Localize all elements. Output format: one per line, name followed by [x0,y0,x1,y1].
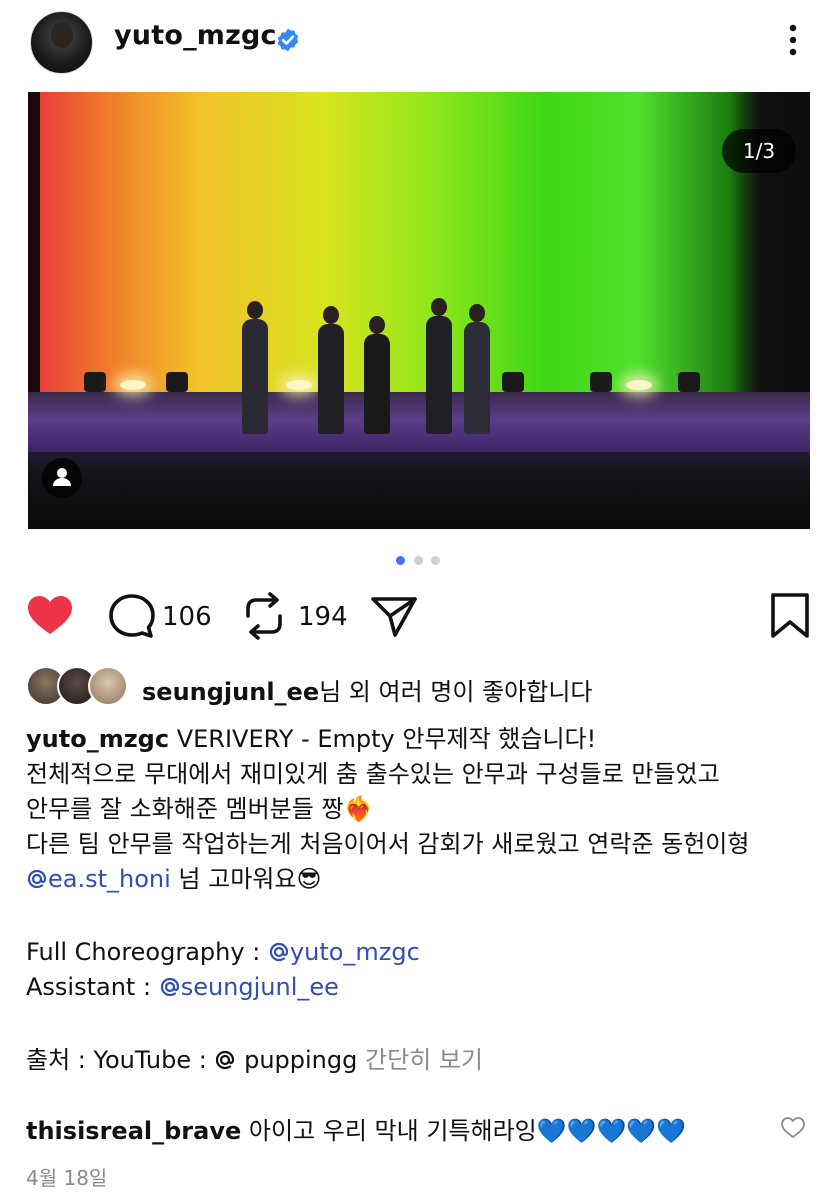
caption-line: 넘 고마워요 [170,865,297,893]
sunglasses-emoji: 😎 [296,865,322,893]
mention-link[interactable]: seungjunl_ee [159,973,339,1001]
liked-by-row[interactable]: seungjunl_ee님 외 여러 명이 좋아합니다 [26,666,826,710]
threads-at-icon [27,869,47,889]
stage-light [84,372,106,392]
carousel-dot-active[interactable] [396,556,405,565]
mention-text: ea.st_honi [48,865,171,893]
stage-light [678,372,700,392]
liked-by-text: seungjunl_ee님 외 여러 명이 좋아합니다 [142,672,593,707]
person-icon [53,468,71,486]
liker-username[interactable]: seungjunl_ee [142,678,319,706]
audience-silhouettes [28,452,810,529]
dancer-figure [242,301,268,434]
dancer-figure [318,306,344,434]
show-less-link[interactable]: 간단히 보기 [357,1046,483,1074]
author-username[interactable]: yuto_mzgc [114,20,277,51]
mention-text: yuto_mzgc [289,938,420,966]
post-caption: yuto_mzgc VERIVERY - Empty 안무제작 했습니다! 전체… [26,722,826,1078]
repost-icon[interactable] [238,590,290,642]
threads-at-icon [269,942,289,962]
comment-item: thisisreal_brave 아이고 우리 막내 기특해라잉💙💙💙💙💙 [26,1111,826,1151]
action-bar: 106 194 [0,590,838,646]
share-send-icon[interactable] [368,590,420,642]
comment-icon[interactable] [106,590,158,642]
stage-light [166,372,188,392]
comment-count: 106 [162,602,212,632]
author-avatar[interactable] [30,11,93,74]
dancer-figure [464,304,490,434]
caption-line: 전체적으로 무대에서 재미있게 춤 출수있는 안무과 구성들로 만들었고 [26,760,720,788]
post-header: yuto_mzgc [0,0,838,86]
source-mention[interactable]: puppingg [214,1046,357,1074]
mention-text: seungjunl_ee [180,973,339,1001]
stage-light-glow [626,380,652,390]
verified-badge-icon [277,28,299,52]
liked-by-suffix: 님 외 여러 명이 좋아합니다 [319,678,593,706]
carousel-dots [396,556,444,566]
media-page-counter: 1/3 [722,129,796,173]
bookmark-icon[interactable] [764,590,816,642]
heart-on-fire-emoji: ❤️‍🔥 [343,795,374,823]
liker-avatar [88,666,128,706]
mention-link[interactable]: yuto_mzgc [268,938,420,966]
post-media-carousel[interactable]: 1/3 [28,92,810,529]
carousel-dot[interactable] [431,556,440,565]
caption-line: 다른 팀 안무를 작업하는게 처음이어서 감회가 새로웠고 연락준 동헌이형 [26,830,750,858]
stage-light [502,372,524,392]
assistant-label: Assistant : [26,973,159,1001]
blue-hearts-emoji: 💙💙💙💙💙 [536,1117,687,1145]
stage-light-glow [120,380,146,390]
comment-like-icon[interactable] [780,1115,806,1141]
comment-text: 아이고 우리 막내 기특해라잉 [241,1117,537,1145]
full-choreography-label: Full Choreography : [26,938,268,966]
comment-author[interactable]: thisisreal_brave [26,1117,241,1145]
dancer-figure [426,298,452,434]
dancer-figure [364,316,390,434]
more-options-icon[interactable] [778,22,808,58]
tagged-users-button[interactable] [42,458,82,498]
caption-author[interactable]: yuto_mzgc [26,725,169,753]
heart-icon[interactable] [24,590,76,642]
repost-count: 194 [298,602,348,632]
stage-light-glow [286,380,312,390]
threads-at-icon [216,1050,235,1070]
source-label: 출처 : YouTube : [26,1046,215,1074]
stage-light [590,372,612,392]
carousel-dot[interactable] [414,556,423,565]
source-mention-text: puppingg [244,1046,358,1074]
post-date: 4월 18일 [26,1166,108,1190]
caption-line: VERIVERY - Empty 안무제작 했습니다! [169,725,597,753]
threads-at-icon [160,977,179,997]
mention-link[interactable]: ea.st_honi [26,865,171,893]
caption-line: 안무를 잘 소화해준 멤버분들 짱 [26,795,344,823]
